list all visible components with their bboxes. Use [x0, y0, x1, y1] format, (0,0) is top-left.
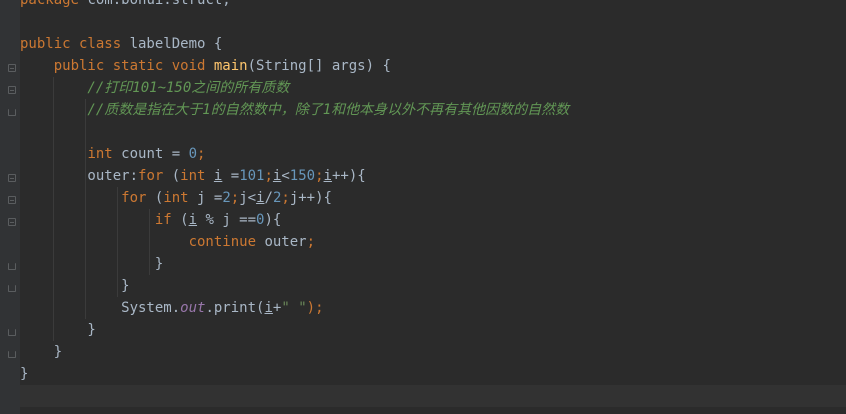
code-token: //质数是指在大于1的自然数中，除了1和他本身以外不再有其他因数的自然数 — [20, 102, 570, 118]
fold-end-icon[interactable] — [8, 109, 16, 116]
code-token: } — [20, 278, 130, 294]
indent-guide — [149, 209, 150, 275]
code-line[interactable]: } — [20, 275, 846, 297]
fold-icon[interactable] — [8, 86, 16, 94]
code-line[interactable] — [20, 11, 846, 33]
code-line[interactable]: if (i % j ==0){ — [20, 209, 846, 231]
code-token: ); — [306, 300, 324, 316]
code-token: ){ — [264, 212, 282, 228]
code-token: 101 — [239, 168, 265, 184]
code-token: / — [264, 190, 273, 206]
fold-icon[interactable] — [8, 218, 16, 226]
indent-guide — [53, 77, 54, 341]
code-token: ; — [306, 234, 316, 250]
code-token: System. — [20, 300, 181, 316]
code-token: ; — [197, 146, 206, 162]
code-token: int — [87, 146, 122, 162]
code-token: if — [154, 212, 181, 228]
code-line[interactable]: } — [20, 341, 846, 363]
code-token: labelDemo { — [129, 36, 223, 52]
code-line[interactable]: //质数是指在大于1的自然数中，除了1和他本身以外不再有其他因数的自然数 — [20, 99, 846, 121]
code-token: public static void — [20, 58, 214, 74]
fold-icon[interactable] — [8, 64, 16, 72]
code-line[interactable] — [20, 121, 846, 143]
code-line[interactable]: package com.bohui.struct; — [20, 0, 846, 11]
code-token: ( — [171, 168, 181, 184]
code-token: 150 — [289, 168, 316, 184]
indent-guide — [85, 99, 86, 319]
code-token: int — [163, 190, 198, 206]
code-line[interactable]: public static void main(String[] args) { — [20, 55, 846, 77]
code-token: " " — [281, 300, 307, 316]
code-token: } — [20, 366, 29, 382]
code-token: ; — [281, 190, 290, 206]
code-line[interactable]: } — [20, 319, 846, 341]
code-line[interactable]: } — [20, 363, 846, 385]
code-token: j< — [239, 190, 257, 206]
editor-gutter — [0, 0, 20, 414]
code-token: public class — [20, 36, 130, 52]
code-token: ( — [180, 212, 189, 228]
code-token: j = — [197, 190, 223, 206]
code-token: i — [188, 212, 198, 228]
fold-icon[interactable] — [8, 174, 16, 182]
code-line[interactable]: outer:for (int i =101;i<150;i++){ — [20, 165, 846, 187]
code-editor[interactable]: package com.bohui.struct; public class la… — [0, 0, 846, 414]
code-token: } — [20, 256, 164, 272]
code-token: continue — [188, 234, 265, 250]
code-line[interactable]: continue outer; — [20, 231, 846, 253]
code-line[interactable]: int count = 0; — [20, 143, 846, 165]
code-token: (String[] args) { — [247, 58, 391, 74]
code-line[interactable]: //打印101~150之间的所有质数 — [20, 77, 846, 99]
code-token: .print( — [205, 300, 265, 316]
code-token: i — [256, 190, 265, 206]
fold-icon[interactable] — [8, 196, 16, 204]
code-token: i — [323, 168, 332, 184]
fold-end-icon[interactable] — [8, 329, 16, 336]
code-token: for — [138, 168, 172, 184]
code-token: ; — [315, 168, 324, 184]
code-token: int — [180, 168, 214, 184]
code-token: out — [180, 300, 206, 316]
indent-guide — [117, 187, 118, 297]
code-line[interactable] — [20, 385, 846, 407]
code-token: } — [20, 344, 63, 360]
code-token: package — [20, 0, 88, 8]
code-line[interactable]: public class labelDemo { — [20, 33, 846, 55]
code-token: i — [264, 300, 273, 316]
code-token: 2 — [222, 190, 231, 206]
code-token: j++){ — [289, 190, 332, 206]
code-token: outer — [264, 234, 307, 250]
code-token: = — [222, 168, 240, 184]
code-token: main — [213, 58, 248, 74]
fold-end-icon[interactable] — [8, 351, 16, 358]
code-line[interactable]: } — [20, 253, 846, 275]
fold-end-icon[interactable] — [8, 263, 16, 270]
code-token: com.bohui.struct; — [87, 0, 231, 8]
code-token: ; — [264, 168, 273, 184]
code-line[interactable]: System.out.print(i+" "); — [20, 297, 846, 319]
code-token: //打印101~150之间的所有质数 — [20, 80, 290, 96]
code-token: ; — [230, 190, 240, 206]
fold-end-icon[interactable] — [8, 285, 16, 292]
code-token: outer: — [20, 168, 139, 184]
code-token: ++){ — [331, 168, 366, 184]
code-token: % j == — [197, 212, 257, 228]
code-line[interactable]: for (int j =2;j<i/2;j++){ — [20, 187, 846, 209]
code-token: for — [121, 190, 155, 206]
code-token: } — [20, 322, 96, 338]
code-token: 0 — [188, 146, 198, 162]
code-area[interactable]: package com.bohui.struct; public class la… — [20, 0, 846, 414]
code-token: count = — [121, 146, 189, 162]
code-token: < — [281, 168, 290, 184]
